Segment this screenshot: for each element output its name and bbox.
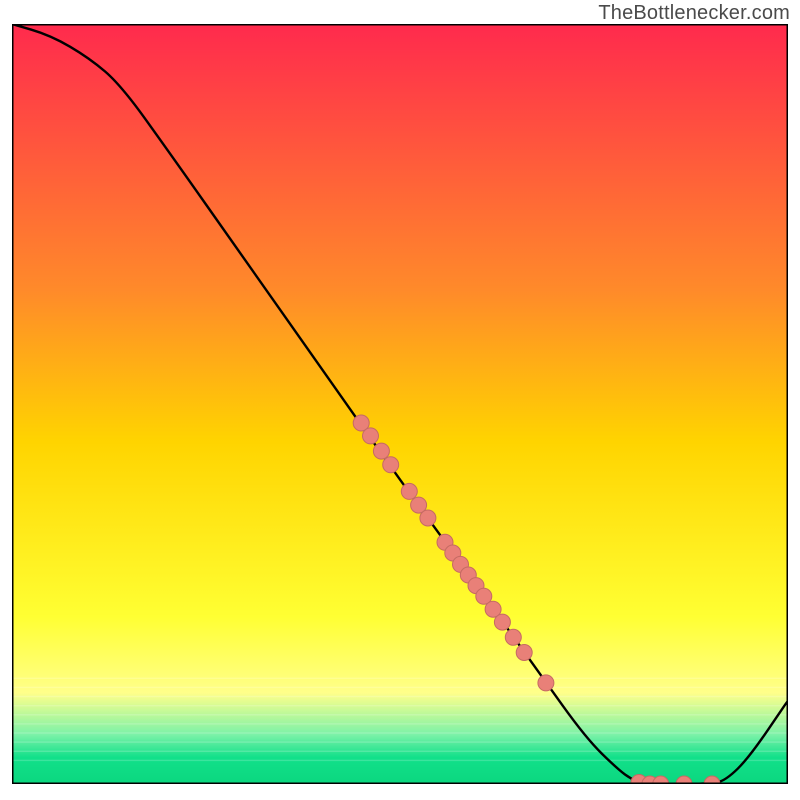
data-point [494, 614, 510, 630]
data-point [363, 428, 379, 444]
data-point [401, 483, 417, 499]
data-point [516, 645, 532, 661]
chart-svg [12, 24, 788, 784]
chart-plot-area [12, 24, 788, 784]
data-point [505, 629, 521, 645]
watermark-text: TheBottlenecker.com [598, 2, 790, 25]
data-point [383, 457, 399, 473]
chart-stage: TheBottlenecker.com [0, 0, 800, 800]
chart-background-gradient [12, 24, 788, 784]
data-point [420, 510, 436, 526]
data-point [373, 443, 389, 459]
data-point [538, 675, 554, 691]
